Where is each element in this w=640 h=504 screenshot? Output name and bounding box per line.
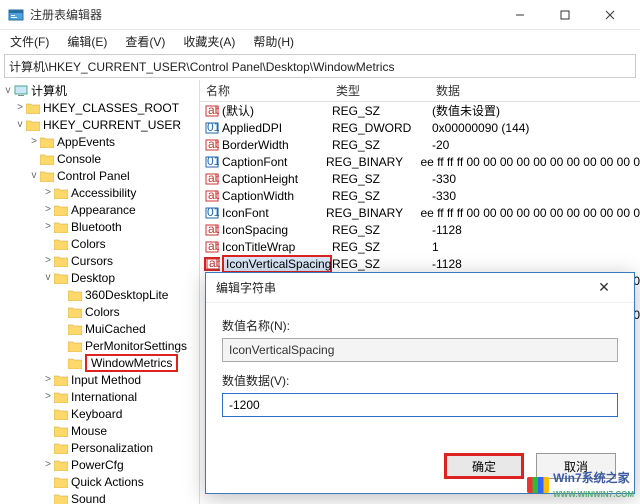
list-row[interactable]: 011AppliedDPIREG_DWORD0x00000090 (144) — [200, 119, 640, 136]
menu-help[interactable]: 帮助(H) — [249, 31, 298, 52]
string-icon: ab — [204, 189, 220, 203]
tree-item[interactable]: >Input Method — [0, 371, 199, 388]
tree-item[interactable]: >Cursors — [0, 252, 199, 269]
close-button[interactable] — [587, 1, 632, 29]
tree-item[interactable]: >Accessibility — [0, 184, 199, 201]
tree-item[interactable]: WindowMetrics — [0, 354, 199, 371]
watermark-url: WWW.WINWIN7.COM — [553, 490, 634, 499]
tree-item[interactable]: vControl Panel — [0, 167, 199, 184]
list-row[interactable]: abIconSpacingREG_SZ-1128 — [200, 221, 640, 238]
col-type[interactable]: 类型 — [330, 82, 430, 99]
list-row[interactable]: abIconTitleWrapREG_SZ1 — [200, 238, 640, 255]
menu-view[interactable]: 查看(V) — [121, 31, 169, 52]
tree-item[interactable]: >Bluetooth — [0, 218, 199, 235]
tree-item[interactable]: >Appearance — [0, 201, 199, 218]
list-row[interactable]: abCaptionHeightREG_SZ-330 — [200, 170, 640, 187]
tree-item[interactable]: Mouse — [0, 422, 199, 439]
list-row[interactable]: 011CaptionFontREG_BINARYee ff ff ff 00 0… — [200, 153, 640, 170]
ok-button[interactable]: 确定 — [444, 453, 524, 479]
tree-item[interactable]: >PowerCfg — [0, 456, 199, 473]
svg-text:011: 011 — [207, 206, 219, 219]
edit-string-dialog: 编辑字符串 ✕ 数值名称(N): 数值数据(V): 确定 取消 — [205, 272, 635, 494]
string-icon: ab — [204, 172, 220, 186]
svg-text:ab: ab — [208, 172, 219, 185]
dialog-close-button[interactable]: ✕ — [584, 279, 624, 296]
name-label: 数值名称(N): — [222, 317, 618, 334]
list-header: 名称 类型 数据 — [200, 80, 640, 102]
tree-item[interactable]: vDesktop — [0, 269, 199, 286]
tree-item[interactable]: Keyboard — [0, 405, 199, 422]
string-icon: ab — [204, 240, 220, 254]
list-row[interactable]: 011IconFontREG_BINARYee ff ff ff 00 00 0… — [200, 204, 640, 221]
list-row[interactable]: abCaptionWidthREG_SZ-330 — [200, 187, 640, 204]
svg-text:ab: ab — [209, 257, 220, 270]
regedit-icon — [8, 7, 24, 23]
svg-text:011: 011 — [207, 121, 219, 134]
binary-icon: 011 — [204, 121, 220, 135]
tree-item[interactable]: Colors — [0, 303, 199, 320]
window-titlebar: 注册表编辑器 — [0, 0, 640, 30]
binary-icon: 011 — [204, 206, 220, 220]
string-icon: ab — [204, 257, 220, 271]
svg-text:ab: ab — [208, 189, 219, 202]
minimize-button[interactable] — [497, 1, 542, 29]
list-row[interactable]: ab(默认)REG_SZ(数值未设置) — [200, 102, 640, 119]
tree-item[interactable]: vHKEY_CURRENT_USER — [0, 116, 199, 133]
string-icon: ab — [204, 104, 220, 118]
name-field — [222, 338, 618, 362]
tree-item[interactable]: Quick Actions — [0, 473, 199, 490]
string-icon: ab — [204, 138, 220, 152]
data-label: 数值数据(V): — [222, 372, 618, 389]
binary-icon: 011 — [204, 155, 220, 169]
tree-item[interactable]: >HKEY_CLASSES_ROOT — [0, 99, 199, 116]
address-bar[interactable]: 计算机\HKEY_CURRENT_USER\Control Panel\Desk… — [4, 54, 636, 78]
svg-text:ab: ab — [208, 240, 219, 253]
svg-text:ab: ab — [208, 104, 219, 117]
maximize-button[interactable] — [542, 1, 587, 29]
menubar: 文件(F) 编辑(E) 查看(V) 收藏夹(A) 帮助(H) — [0, 30, 640, 52]
watermark-text: Win7系统之家 — [553, 471, 630, 485]
list-row[interactable]: abIconVerticalSpacingREG_SZ-1128 — [200, 255, 640, 272]
string-icon: ab — [204, 223, 220, 237]
tree-item[interactable]: Personalization — [0, 439, 199, 456]
tree-item[interactable]: Colors — [0, 235, 199, 252]
list-row[interactable]: abBorderWidthREG_SZ-20 — [200, 136, 640, 153]
tree-item[interactable]: MuiCached — [0, 320, 199, 337]
watermark: Win7系统之家 WWW.WINWIN7.COM — [527, 469, 634, 500]
menu-edit[interactable]: 编辑(E) — [63, 31, 111, 52]
data-input[interactable] — [222, 393, 618, 417]
col-name[interactable]: 名称 — [200, 82, 330, 99]
tree-root[interactable]: 计算机 — [31, 82, 67, 99]
tree-item[interactable]: 360DesktopLite — [0, 286, 199, 303]
tree-item[interactable]: >AppEvents — [0, 133, 199, 150]
menu-favorites[interactable]: 收藏夹(A) — [179, 31, 239, 52]
tree-item[interactable]: >International — [0, 388, 199, 405]
svg-text:ab: ab — [208, 138, 219, 151]
windows-flag-icon — [527, 477, 549, 493]
window-title: 注册表编辑器 — [30, 6, 497, 23]
col-data[interactable]: 数据 — [430, 82, 640, 99]
svg-text:011: 011 — [207, 155, 219, 168]
dialog-title: 编辑字符串 — [216, 279, 584, 296]
tree-item[interactable]: Console — [0, 150, 199, 167]
tree-item[interactable]: PerMonitorSettings — [0, 337, 199, 354]
menu-file[interactable]: 文件(F) — [6, 31, 53, 52]
tree-pane[interactable]: v计算机>HKEY_CLASSES_ROOTvHKEY_CURRENT_USER… — [0, 80, 200, 504]
svg-text:ab: ab — [208, 223, 219, 236]
tree-item[interactable]: Sound — [0, 490, 199, 504]
